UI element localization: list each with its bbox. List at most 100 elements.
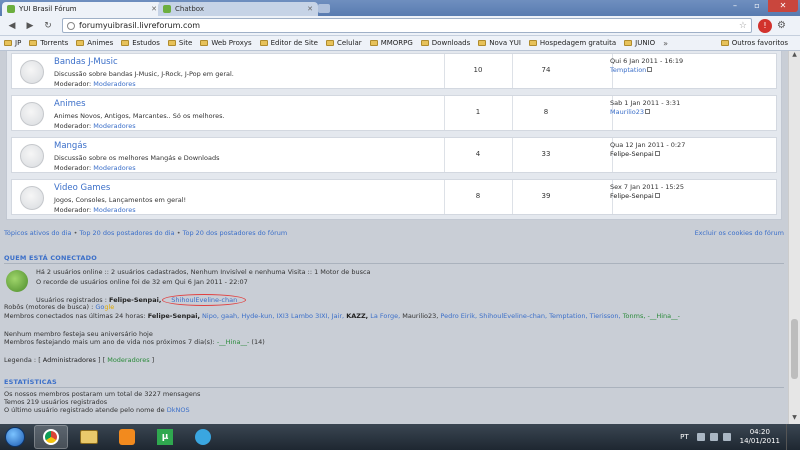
user-link[interactable]: Felipe-Senpai, <box>148 312 200 320</box>
user-link[interactable]: ShihoulEveline-chan, <box>479 312 547 320</box>
show-desktop-button[interactable] <box>786 424 794 450</box>
new-tab-button[interactable] <box>318 4 330 13</box>
user-link-shihoul[interactable]: ShihoulEveline-chan <box>171 296 237 304</box>
bookmark-folder[interactable]: Web Proxys <box>200 39 252 47</box>
taskbar-app[interactable] <box>186 425 220 449</box>
taskbar-media[interactable] <box>110 425 144 449</box>
scroll-up-icon[interactable]: ▲ <box>789 51 800 61</box>
network-icon[interactable] <box>709 433 718 441</box>
last-post-user[interactable]: Felipe-Senpai <box>610 192 654 200</box>
last-post-user[interactable]: Maurilio23 <box>610 108 644 116</box>
taskbar-explorer[interactable] <box>72 425 106 449</box>
user-link[interactable]: -__Hina__- <box>648 312 681 320</box>
user-link[interactable]: IXI3 Lambo 3IXI, <box>276 312 329 320</box>
last-post-user[interactable]: Temptation <box>610 66 646 74</box>
forum-title-link[interactable]: Video Games <box>54 183 474 193</box>
forum-title-link[interactable]: Mangás <box>54 141 474 151</box>
user-link[interactable]: Tierisson, <box>590 312 621 320</box>
user-link[interactable]: Hyde-kun, <box>241 312 274 320</box>
user-link[interactable]: KAZZ, <box>346 312 368 320</box>
last-post-date: Sab 1 Jan 2011 - 3:31 <box>610 99 681 107</box>
delete-cookies-link[interactable]: Excluir os cookies do fórum <box>695 229 784 237</box>
user-link[interactable]: Temptation, <box>549 312 587 320</box>
forum-moderator: Moderador: Moderadores <box>54 122 474 130</box>
go-to-post-icon[interactable] <box>654 193 660 198</box>
scroll-thumb[interactable] <box>791 319 798 379</box>
last-post-user[interactable]: Felipe-Senpai <box>610 150 654 158</box>
page-scrollbar[interactable]: ▲ ▼ <box>788 51 800 424</box>
bookmark-folder[interactable]: Animes <box>76 39 113 47</box>
bookmark-label: Outros favoritos <box>731 39 788 47</box>
user-link[interactable]: Tonms, <box>623 312 646 320</box>
tab-title: YUI Brasil Fórum <box>19 5 77 13</box>
user-link[interactable]: Nipo, <box>202 312 219 320</box>
bookmark-folder[interactable]: JP <box>4 39 21 47</box>
minimize-icon[interactable]: – <box>724 0 746 12</box>
bookmark-folder[interactable]: Site <box>167 39 193 47</box>
bookmark-folder[interactable]: Estudos <box>121 39 160 47</box>
birthday-next: Membros festejando mais um ano de vida n… <box>4 338 265 346</box>
go-to-post-icon[interactable] <box>647 67 653 72</box>
top-day-link[interactable]: Top 20 dos postadores do dia <box>79 229 174 237</box>
user-link[interactable]: gaah, <box>221 312 239 320</box>
top-forum-link[interactable]: Top 20 dos postadores do fórum <box>183 229 288 237</box>
close-tab-icon[interactable]: ✕ <box>151 5 157 13</box>
user-link[interactable]: La Forge, <box>370 312 400 320</box>
forum-status-icon <box>20 186 44 210</box>
forward-icon[interactable]: ▶ <box>22 18 38 34</box>
reload-icon[interactable]: ↻ <box>40 18 56 34</box>
bookmark-folder[interactable]: MMORPG <box>369 39 413 47</box>
go-to-post-icon[interactable] <box>654 151 660 156</box>
moderator-link[interactable]: Moderadores <box>93 164 135 172</box>
active-topics-link[interactable]: Tópicos ativos do dia <box>4 229 71 237</box>
volume-icon[interactable] <box>722 433 731 441</box>
tab-yui-forum[interactable]: YUI Brasil Fórum ✕ <box>2 2 162 16</box>
language-indicator[interactable]: PT <box>680 433 689 441</box>
tab-chatbox[interactable]: Chatbox ✕ <box>158 2 318 16</box>
taskbar-utorrent[interactable]: µ <box>148 425 182 449</box>
legend-mods[interactable]: Moderadores <box>107 356 149 364</box>
close-window-icon[interactable]: ✕ <box>768 0 798 12</box>
back-icon[interactable]: ◀ <box>4 18 20 34</box>
scroll-down-icon[interactable]: ▼ <box>789 414 800 424</box>
bookmark-folder[interactable]: Editor de Site <box>259 39 318 47</box>
bookmark-label: Animes <box>87 39 114 47</box>
moderator-label: Moderador: <box>54 164 92 172</box>
clock[interactable]: 04:20 14/01/2011 <box>740 428 780 446</box>
forum-title-link[interactable]: Bandas J-Music <box>54 57 474 67</box>
user-link[interactable]: Pedro Eirik, <box>440 312 477 320</box>
user-link[interactable]: Jair, <box>332 312 344 320</box>
tray-arrow-icon[interactable] <box>696 433 705 441</box>
legend-admins[interactable]: Administradores <box>43 356 96 364</box>
forum-title-link[interactable]: Animes <box>54 99 474 109</box>
close-tab-icon[interactable]: ✕ <box>307 5 313 13</box>
folder-icon <box>478 40 487 46</box>
extension-icon[interactable]: ! <box>758 18 772 33</box>
moderator-link[interactable]: Moderadores <box>93 122 135 130</box>
bookmarks-chevron-icon[interactable]: » <box>663 39 668 48</box>
user-link[interactable]: Maurilio23, <box>402 312 438 320</box>
user-link-dknos[interactable]: DkNOS <box>167 406 190 414</box>
wrench-menu-icon[interactable]: ⚙ <box>777 20 786 31</box>
last-post: Sab 1 Jan 2011 - 3:31 Maurilio23 <box>610 99 680 117</box>
address-bar[interactable]: forumyuibrasil.livreforum.com ☆ <box>62 18 752 33</box>
bookmark-folder[interactable]: Celular <box>325 39 362 47</box>
moderator-link[interactable]: Moderadores <box>93 206 135 214</box>
bookmark-folder[interactable]: JUNIO <box>624 39 655 47</box>
user-link-hina[interactable]: -__Hina__- <box>217 338 250 346</box>
divider <box>4 263 784 264</box>
other-bookmarks[interactable]: Outros favoritos <box>720 39 788 47</box>
maximize-icon[interactable]: ▫ <box>746 0 768 12</box>
go-to-post-icon[interactable] <box>645 109 651 114</box>
bookmark-folder[interactable]: Downloads <box>420 39 470 47</box>
taskbar-chrome[interactable] <box>34 425 68 449</box>
moderator-link[interactable]: Moderadores <box>93 80 135 88</box>
bookmark-folder[interactable]: Nova YUI <box>478 39 521 47</box>
bookmark-star-icon[interactable]: ☆ <box>739 21 747 31</box>
bookmark-folder[interactable]: Hospedagem gratuita <box>528 39 616 47</box>
bookmark-folder[interactable]: Torrents <box>29 39 68 47</box>
bookmark-label: Site <box>178 39 193 47</box>
topic-count: 8 <box>475 192 481 200</box>
start-button[interactable] <box>0 424 30 450</box>
user-link-felipe[interactable]: Felipe-Senpai, <box>109 296 161 304</box>
